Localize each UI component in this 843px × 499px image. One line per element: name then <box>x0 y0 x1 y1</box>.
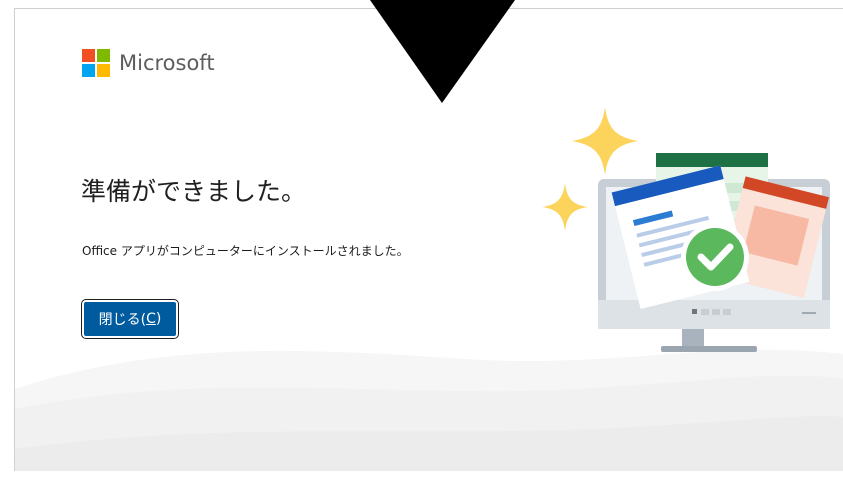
monitor-with-office-docs-checkmark-illustration <box>542 107 830 352</box>
sparkle-icon <box>572 107 638 175</box>
dialog-title: 準備ができました。 <box>81 177 307 206</box>
microsoft-logo: Microsoft <box>82 49 215 77</box>
microsoft-logo-text: Microsoft <box>119 51 215 75</box>
install-complete-message: Office アプリがコンピューターにインストールされました。 <box>82 244 409 258</box>
close-button-label-suffix: ) <box>155 311 162 327</box>
close-button[interactable]: 閉じる(C) <box>81 299 179 339</box>
sparkle-icon <box>542 183 588 231</box>
microsoft-logo-icon <box>82 49 110 77</box>
install-complete-dialog: Microsoft 準備ができました。 Office アプリがコンピューターにイ… <box>14 8 843 471</box>
close-button-accelerator: C <box>146 311 156 327</box>
close-button-label: 閉じる( <box>98 312 147 328</box>
